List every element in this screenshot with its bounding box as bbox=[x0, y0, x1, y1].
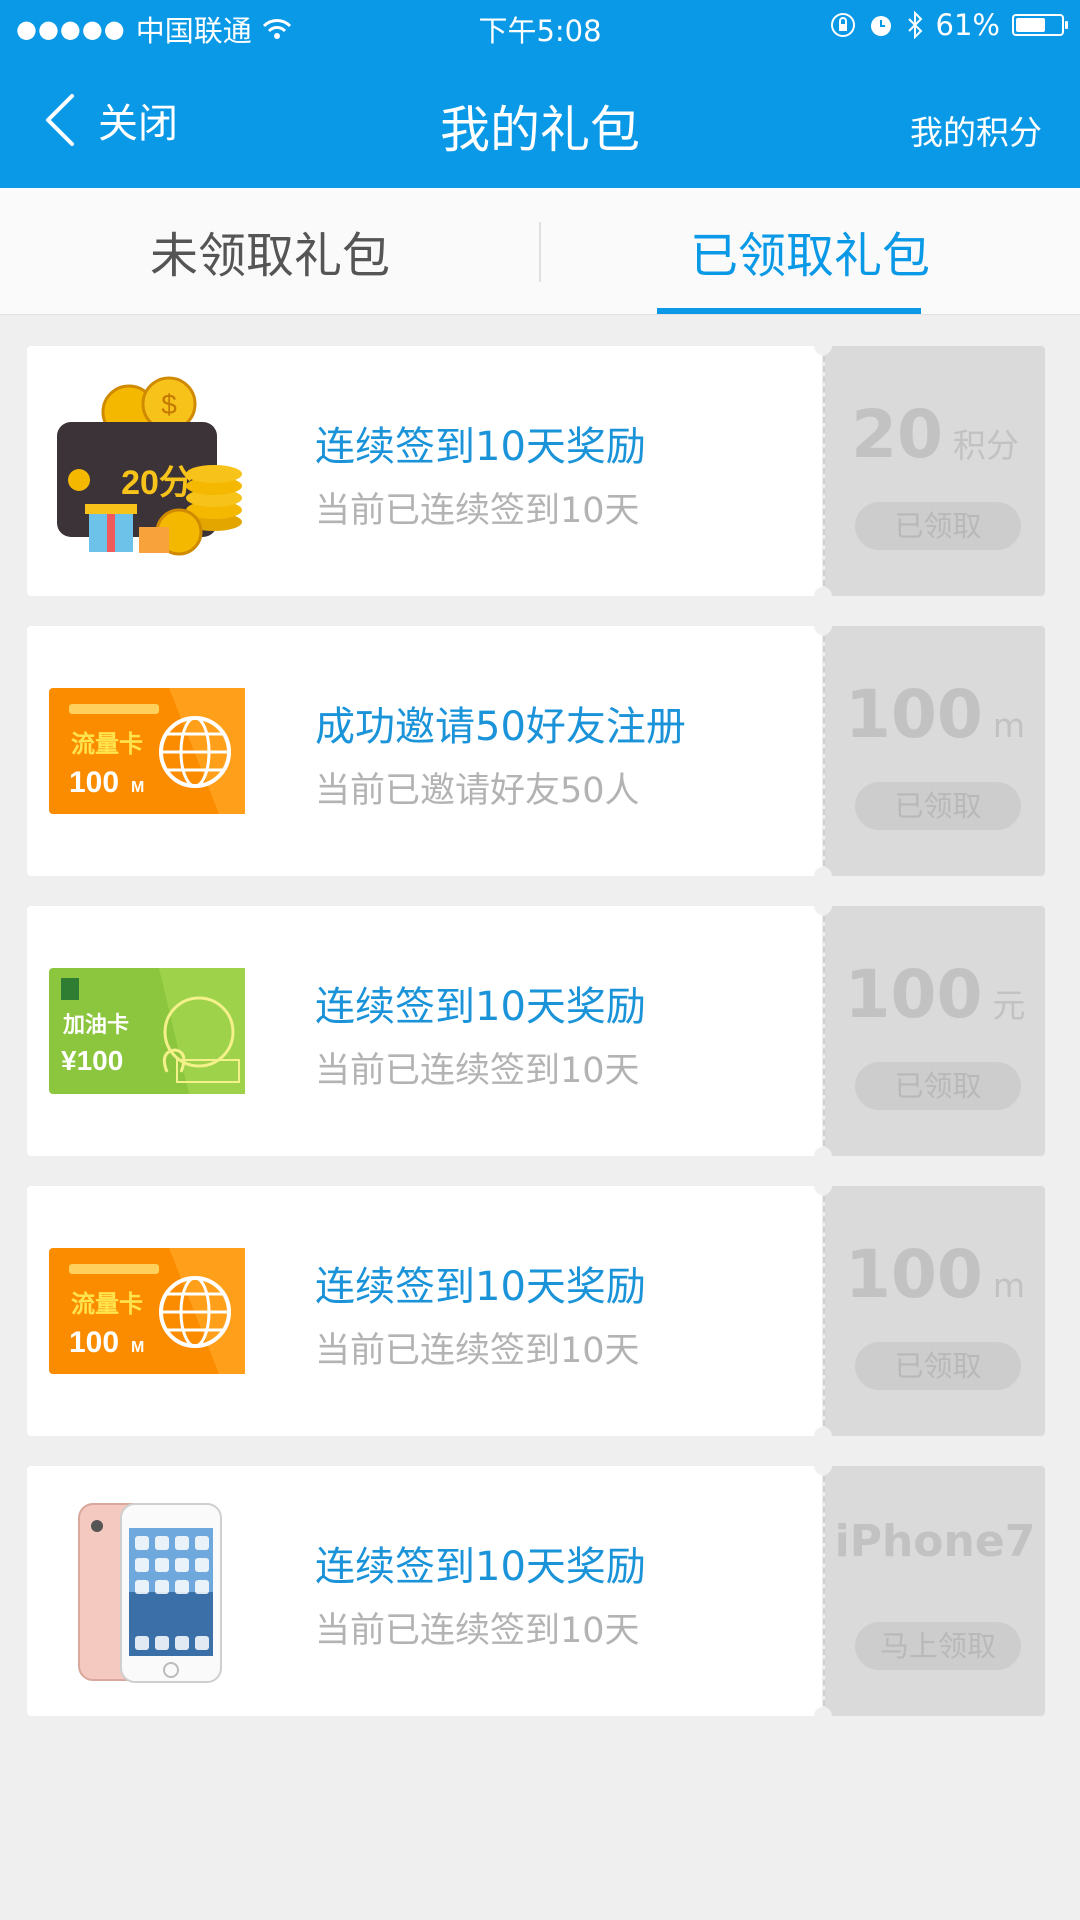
gift-stub: 100 元 已领取 bbox=[825, 906, 1045, 1156]
gift-title: 连续签到10天奖励 bbox=[315, 984, 646, 1030]
data-card-label: 流量卡 bbox=[71, 1291, 143, 1318]
gift-card[interactable]: 流量卡 100 M 成功邀请50好友注册 当前已邀请好友50人 100 m 已领取 bbox=[27, 617, 1045, 885]
gift-title: 连续签到10天奖励 bbox=[315, 424, 646, 470]
data-card-label: 流量卡 bbox=[71, 731, 143, 758]
ticket-notch bbox=[814, 587, 832, 605]
rotation-lock-icon bbox=[830, 13, 855, 37]
battery-fill bbox=[1016, 18, 1046, 32]
status-bar: ●●●●● 中国联通 下午5:08 61% bbox=[0, 0, 1080, 54]
gift-value-unit: 积分 bbox=[952, 426, 1019, 465]
gift-stub: 100 m 已领取 bbox=[825, 626, 1045, 876]
claimed-button[interactable]: 已领取 bbox=[855, 1342, 1021, 1390]
active-tab-indicator bbox=[657, 308, 921, 314]
gift-card-body: 流量卡 100 M 连续签到10天奖励 当前已连续签到10天 bbox=[27, 1186, 822, 1436]
fuel-card-icon: 加油卡 ¥100 bbox=[49, 968, 245, 1094]
gift-list: $ 20分 连续签到10天奖励 当前已连续签到10天 20 积分 已领取 流量卡… bbox=[27, 337, 1045, 1746]
gift-value-number: 100 bbox=[845, 676, 983, 753]
tab-claimed[interactable]: 已领取礼包 bbox=[540, 188, 1080, 314]
my-points-link[interactable]: 我的积分 bbox=[910, 106, 1042, 154]
fuel-card-amount: ¥100 bbox=[61, 1045, 123, 1076]
gift-card-body: $ 20分 连续签到10天奖励 当前已连续签到10天 bbox=[27, 346, 822, 596]
gift-value-unit: m bbox=[992, 1266, 1025, 1305]
data-card-unit: M bbox=[131, 1339, 144, 1356]
bluetooth-icon bbox=[907, 11, 922, 39]
ticket-notch bbox=[814, 1427, 832, 1445]
gift-card-body: 流量卡 100 M 成功邀请50好友注册 当前已邀请好友50人 bbox=[27, 626, 822, 876]
gift-stub: 100 m 已领取 bbox=[825, 1186, 1045, 1436]
data-card-amount: 100 bbox=[69, 1326, 119, 1359]
claimed-button[interactable]: 已领取 bbox=[855, 782, 1021, 830]
gift-card-body: 连续签到10天奖励 当前已连续签到10天 bbox=[27, 1466, 822, 1716]
nav-bar: 关闭 我的礼包 我的积分 bbox=[0, 54, 1080, 188]
gift-card[interactable]: $ 20分 连续签到10天奖励 当前已连续签到10天 20 积分 已领取 bbox=[27, 337, 1045, 605]
fuel-card-label: 加油卡 bbox=[62, 1012, 129, 1037]
gift-value: 20 积分 bbox=[825, 396, 1045, 473]
battery-icon bbox=[1012, 14, 1068, 36]
gift-tabs: 未领取礼包 已领取礼包 bbox=[0, 188, 1080, 315]
gift-card[interactable]: 流量卡 100 M 连续签到10天奖励 当前已连续签到10天 100 m 已领取 bbox=[27, 1177, 1045, 1445]
gift-subtitle: 当前已连续签到10天 bbox=[315, 1331, 640, 1371]
gift-subtitle: 当前已连续签到10天 bbox=[315, 491, 640, 531]
tab-unclaimed[interactable]: 未领取礼包 bbox=[0, 188, 540, 314]
gift-title: 成功邀请50好友注册 bbox=[315, 704, 686, 750]
gift-value: 100 m bbox=[825, 1236, 1045, 1313]
gift-value-unit: 元 bbox=[992, 986, 1026, 1025]
coin-wallet-icon: $ 20分 bbox=[57, 376, 242, 556]
claimed-button[interactable]: 已领取 bbox=[855, 1062, 1021, 1110]
gift-subtitle: 当前已连续签到10天 bbox=[315, 1051, 640, 1091]
alarm-icon bbox=[870, 16, 891, 36]
gift-stub: iPhone7 马上领取 bbox=[825, 1466, 1045, 1716]
coin-wallet-label: 20分 bbox=[121, 464, 193, 502]
ticket-notch bbox=[814, 337, 832, 355]
ticket-notch bbox=[814, 1457, 832, 1475]
data-card-amount: 100 bbox=[69, 766, 119, 799]
ticket-notch bbox=[814, 1707, 832, 1725]
gift-value-number: 20 bbox=[851, 396, 943, 473]
battery-percent: 61% bbox=[935, 8, 1000, 42]
gift-card-body: 加油卡 ¥100 连续签到10天奖励 当前已连续签到10天 bbox=[27, 906, 822, 1156]
gift-value-number: 100 bbox=[845, 1236, 983, 1313]
gift-subtitle: 当前已邀请好友50人 bbox=[315, 771, 640, 811]
data-card-unit: M bbox=[131, 779, 144, 796]
iphone-icon bbox=[78, 1503, 222, 1683]
gift-value-number: 100 bbox=[844, 956, 983, 1033]
ticket-notch bbox=[814, 867, 832, 885]
gift-stub: 20 积分 已领取 bbox=[825, 346, 1045, 596]
ticket-notch bbox=[814, 897, 832, 915]
gift-title: 连续签到10天奖励 bbox=[315, 1544, 646, 1590]
claimed-button[interactable]: 已领取 bbox=[855, 502, 1021, 550]
ticket-notch bbox=[814, 617, 832, 635]
gift-title: 连续签到10天奖励 bbox=[315, 1264, 646, 1310]
gift-value: 100 元 bbox=[825, 956, 1045, 1033]
status-right: 61% bbox=[830, 8, 1068, 42]
ticket-notch bbox=[814, 1177, 832, 1195]
claim-now-button[interactable]: 马上领取 bbox=[855, 1622, 1021, 1670]
gift-card[interactable]: 连续签到10天奖励 当前已连续签到10天 iPhone7 马上领取 bbox=[27, 1457, 1045, 1725]
gift-value-unit: m bbox=[992, 706, 1025, 745]
app-header: ●●●●● 中国联通 下午5:08 61% 关闭 我的礼包 我的积分 bbox=[0, 0, 1080, 188]
gift-value: iPhone7 bbox=[825, 1516, 1045, 1567]
gift-card[interactable]: 加油卡 ¥100 连续签到10天奖励 当前已连续签到10天 100 元 已领取 bbox=[27, 897, 1045, 1165]
gift-subtitle: 当前已连续签到10天 bbox=[315, 1611, 640, 1651]
ticket-notch bbox=[814, 1147, 832, 1165]
data-card-icon: 流量卡 100 M bbox=[49, 688, 245, 814]
svg-text:$: $ bbox=[161, 389, 177, 420]
gift-value-number: iPhone7 bbox=[834, 1516, 1036, 1567]
data-card-icon: 流量卡 100 M bbox=[49, 1248, 245, 1374]
gift-value: 100 m bbox=[825, 676, 1045, 753]
